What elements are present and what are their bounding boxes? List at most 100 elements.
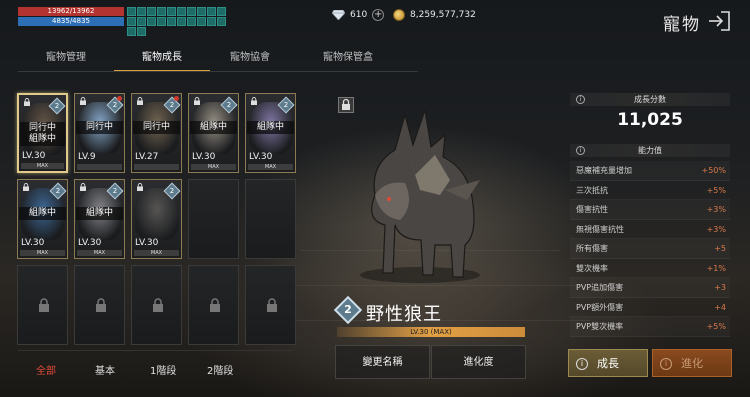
buff-icon[interactable] xyxy=(167,7,176,16)
lock-icon xyxy=(23,183,29,191)
gem-currency: 610 + xyxy=(332,9,385,21)
lock-icon xyxy=(267,298,277,312)
stat-row: 惡魔補充量增加 +50% xyxy=(570,161,730,181)
pet-level: LV.9 xyxy=(78,152,96,162)
pet-slot[interactable]: 2 同行中 LV.27 xyxy=(131,93,182,173)
stat-value: +50% xyxy=(701,166,726,175)
pet-level: LV.30 xyxy=(192,152,216,162)
locked-pet-slot[interactable] xyxy=(74,265,125,345)
locked-pet-slot[interactable] xyxy=(17,265,68,345)
locked-pet-slot[interactable] xyxy=(188,265,239,345)
mp-bar: 4835/4835 xyxy=(18,17,124,26)
pet-status-label: 組隊中 xyxy=(76,207,123,220)
tab-pet-association[interactable]: 寵物協會 xyxy=(210,48,290,72)
evolve-button[interactable]: i 進化 xyxy=(652,349,732,377)
buff-icon[interactable] xyxy=(127,7,136,16)
pet-level: LV.30 xyxy=(249,152,273,162)
tab-pet-storage[interactable]: 寵物保管盒 xyxy=(290,48,406,72)
pet-status-label: 同行中 組隊中 xyxy=(20,122,65,146)
pet-level: LV.27 xyxy=(135,152,159,162)
buff-icon[interactable] xyxy=(217,7,226,16)
pet-exp-bar: MAX xyxy=(134,250,179,256)
lock-icon xyxy=(210,298,220,312)
pet-slot[interactable]: 2 組隊中 LV.30 MAX xyxy=(17,179,68,259)
grow-button-label: 成長 xyxy=(597,357,619,370)
stat-name: 所有傷害 xyxy=(576,244,608,253)
stat-name: 無視傷害抗性 xyxy=(576,224,624,234)
buff-icon[interactable] xyxy=(197,7,206,16)
buff-icon[interactable] xyxy=(157,17,166,26)
tab-pet-management[interactable]: 寵物管理 xyxy=(18,48,114,72)
buff-icon[interactable] xyxy=(147,17,156,26)
pet-level: LV.30 xyxy=(78,238,102,248)
add-gems-button[interactable]: + xyxy=(372,9,385,21)
filter-stage-2[interactable]: 2階段 xyxy=(207,362,233,377)
buff-icon[interactable] xyxy=(207,7,216,16)
pet-slot[interactable]: 2 組隊中 LV.30 MAX xyxy=(245,93,296,173)
buff-icon[interactable] xyxy=(187,17,196,26)
stat-value: +1% xyxy=(706,263,726,273)
buff-icon[interactable] xyxy=(127,27,136,36)
buff-icon[interactable] xyxy=(147,7,156,16)
info-icon[interactable]: i xyxy=(576,95,585,104)
pet-slot[interactable]: 2 同行中 組隊中 LV.30 MAX xyxy=(17,93,68,173)
buff-icon[interactable] xyxy=(137,17,146,26)
gem-count: 610 xyxy=(350,10,368,20)
pet-exp-bar: MAX xyxy=(21,163,64,169)
buff-icon[interactable] xyxy=(197,17,206,26)
grow-button[interactable]: i 成長 xyxy=(568,349,648,377)
locked-pet-slot[interactable] xyxy=(131,265,182,345)
stats-list: 惡魔補充量增加 +50% 三次抵抗 +5% 傷害抗性 +3% 無視傷害抗性 +3% 所有傷害 +5… xyxy=(570,161,730,337)
lock-icon xyxy=(251,97,257,105)
filter-divider xyxy=(18,350,293,351)
buff-icon[interactable] xyxy=(177,7,186,16)
buff-icon[interactable] xyxy=(187,7,196,16)
stat-name: PVP追加傷害 xyxy=(576,283,624,292)
stat-value: +5% xyxy=(706,185,726,195)
filter-basic[interactable]: 基本 xyxy=(95,362,115,377)
filter-stage-1[interactable]: 1階段 xyxy=(150,362,176,377)
stat-value: +3% xyxy=(706,205,726,214)
gold-coin-icon xyxy=(393,9,405,21)
stat-name: 三次抵抗 xyxy=(576,185,608,195)
pet-level-bar: LV.30 (MAX) xyxy=(337,327,525,337)
lock-icon xyxy=(137,97,143,105)
selected-pet-image xyxy=(360,109,480,283)
locked-pet-slot[interactable] xyxy=(188,179,239,259)
evolve-button-label: 進化 xyxy=(681,357,703,370)
info-icon[interactable]: i xyxy=(576,146,585,155)
pet-status-label: 同行中 xyxy=(76,121,123,134)
buff-icon[interactable] xyxy=(137,27,146,36)
growth-score-header: i 成長分數 xyxy=(570,93,730,106)
growth-score-value: 11,025 xyxy=(617,110,683,130)
evolution-button[interactable]: 進化度 xyxy=(431,345,526,379)
pet-slot[interactable]: 2 同行中 LV.9 xyxy=(74,93,125,173)
buff-icon[interactable] xyxy=(217,17,226,26)
buff-icon[interactable] xyxy=(207,17,216,26)
lock-icon xyxy=(24,98,30,106)
buff-icon[interactable] xyxy=(177,17,186,26)
locked-pet-slot[interactable] xyxy=(245,179,296,259)
tab-pet-growth[interactable]: 寵物成長 xyxy=(114,48,210,72)
buff-icon[interactable] xyxy=(167,17,176,26)
hp-bar: 13962/13962 xyxy=(18,7,124,16)
exit-icon[interactable] xyxy=(707,11,731,31)
stat-value: +5 xyxy=(714,244,726,253)
stat-name: PVP雙次機率 xyxy=(576,322,624,331)
filter-all[interactable]: 全部 xyxy=(36,362,56,377)
pet-slot[interactable]: 2 組隊中 LV.30 MAX xyxy=(74,179,125,259)
stat-row: 三次抵抗 +5% xyxy=(570,181,730,200)
locked-pet-slot[interactable] xyxy=(245,265,296,345)
stat-name: 雙次機率 xyxy=(576,263,608,273)
pet-slot[interactable]: 2 組隊中 LV.30 MAX xyxy=(188,93,239,173)
pet-exp-bar: MAX xyxy=(77,250,122,256)
pet-level: LV.30 xyxy=(22,151,46,161)
stat-row: 雙次機率 +1% xyxy=(570,259,730,278)
stat-row: PVP雙次機率 +5% xyxy=(570,317,730,337)
buff-icon[interactable] xyxy=(157,7,166,16)
pet-slot[interactable]: 2 LV.30 MAX xyxy=(131,179,182,259)
rename-button[interactable]: 變更名稱 xyxy=(335,345,430,379)
lock-icon xyxy=(80,183,86,191)
buff-icon[interactable] xyxy=(137,7,146,16)
buff-icon[interactable] xyxy=(127,17,136,26)
